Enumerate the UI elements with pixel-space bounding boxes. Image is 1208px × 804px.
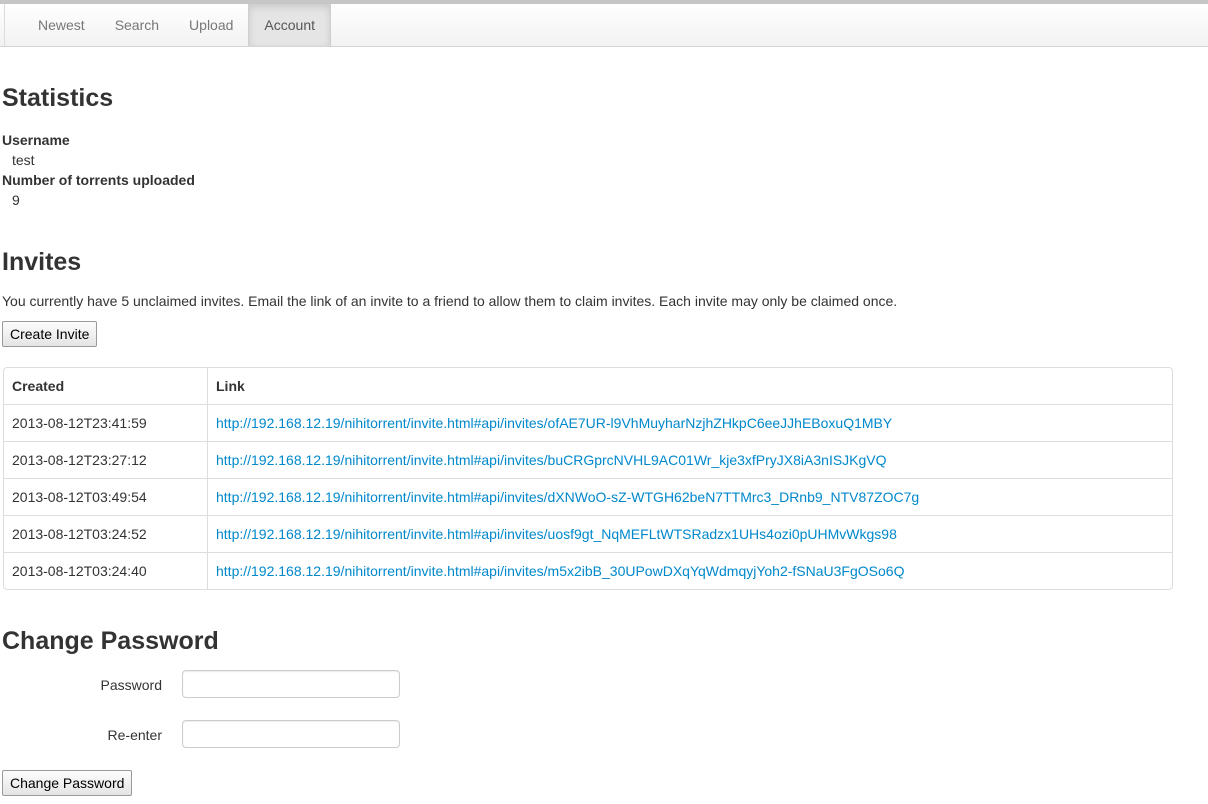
nav-item-account: Account xyxy=(248,4,332,46)
table-row: 2013-08-12T23:27:12 http://192.168.12.19… xyxy=(4,441,1172,479)
statistics-heading: Statistics xyxy=(2,84,114,112)
username-value: test xyxy=(12,152,35,168)
password-label: Password xyxy=(100,677,162,693)
invite-created: 2013-08-12T03:49:54 xyxy=(4,478,208,516)
invite-link-cell: http://192.168.12.19/nihitorrent/invite.… xyxy=(207,552,1172,589)
invite-link[interactable]: http://192.168.12.19/nihitorrent/invite.… xyxy=(216,415,892,431)
top-navbar: Newest Search Upload Account xyxy=(0,0,1208,47)
reenter-label: Re-enter xyxy=(107,727,162,743)
table-row: 2013-08-12T23:41:59 http://192.168.12.19… xyxy=(4,404,1172,442)
table-row: 2013-08-12T03:24:40 http://192.168.12.19… xyxy=(4,552,1172,589)
invite-link[interactable]: http://192.168.12.19/nihitorrent/invite.… xyxy=(216,452,887,468)
column-header-created: Created xyxy=(4,368,208,405)
table-row: 2013-08-12T03:49:54 http://192.168.12.19… xyxy=(4,478,1172,516)
torrents-count-label: Number of torrents uploaded xyxy=(2,172,195,188)
nav-link-newest[interactable]: Newest xyxy=(5,4,100,46)
nav-item-newest: Newest xyxy=(5,4,100,46)
torrents-count-value: 9 xyxy=(12,192,20,208)
table-row: 2013-08-12T03:24:52 http://192.168.12.19… xyxy=(4,515,1172,553)
reenter-password-input[interactable] xyxy=(182,720,400,748)
invites-table-header: Created Link xyxy=(4,368,1172,405)
invite-created: 2013-08-12T23:41:59 xyxy=(4,404,208,442)
statistics-list: Username test Number of torrents uploade… xyxy=(2,130,195,210)
nav-link-upload[interactable]: Upload xyxy=(174,4,248,46)
invites-table: Created Link 2013-08-12T23:41:59 http://… xyxy=(3,367,1173,590)
username-label: Username xyxy=(2,132,70,148)
invite-link-cell: http://192.168.12.19/nihitorrent/invite.… xyxy=(207,515,1172,553)
invite-link[interactable]: http://192.168.12.19/nihitorrent/invite.… xyxy=(216,489,919,505)
invite-link-cell: http://192.168.12.19/nihitorrent/invite.… xyxy=(207,441,1172,479)
password-input[interactable] xyxy=(182,670,400,698)
invite-link-cell: http://192.168.12.19/nihitorrent/invite.… xyxy=(207,404,1172,442)
change-password-button[interactable]: Change Password xyxy=(2,770,133,796)
nav-item-upload: Upload xyxy=(174,4,248,46)
invite-created: 2013-08-12T03:24:40 xyxy=(4,552,208,589)
invite-link[interactable]: http://192.168.12.19/nihitorrent/invite.… xyxy=(216,563,904,579)
invite-link-cell: http://192.168.12.19/nihitorrent/invite.… xyxy=(207,478,1172,516)
invites-description: You currently have 5 unclaimed invites. … xyxy=(2,293,898,309)
column-header-link: Link xyxy=(216,378,245,394)
main-nav: Newest Search Upload Account xyxy=(4,4,332,46)
invite-created: 2013-08-12T03:24:52 xyxy=(4,515,208,553)
nav-link-account[interactable]: Account xyxy=(248,4,332,46)
invite-link[interactable]: http://192.168.12.19/nihitorrent/invite.… xyxy=(216,526,897,542)
change-password-heading: Change Password xyxy=(2,627,219,655)
create-invite-button[interactable]: Create Invite xyxy=(2,321,98,347)
nav-item-search: Search xyxy=(100,4,174,46)
invite-created: 2013-08-12T23:27:12 xyxy=(4,441,208,479)
invites-heading: Invites xyxy=(2,248,82,276)
nav-link-search[interactable]: Search xyxy=(100,4,174,46)
